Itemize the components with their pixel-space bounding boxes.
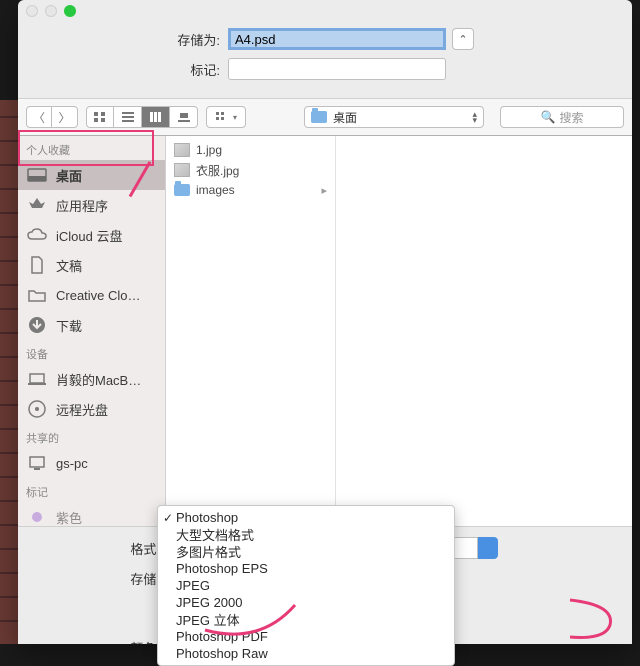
sidebar-item-label: iCloud 云盘 — [56, 226, 122, 245]
chevron-down-icon: ▾ — [233, 113, 237, 122]
format-option[interactable]: JPEG — [158, 577, 454, 594]
format-option[interactable]: Photoshop EPS — [158, 560, 454, 577]
save-as-label: 存储为: — [38, 30, 228, 49]
sidebar-item-tag-purple[interactable]: 紫色 — [18, 502, 165, 526]
zoom-window-icon[interactable] — [64, 5, 76, 17]
toolbar: 〈 〉 ▾ 桌面 ▴▾ 🔍 搜索 — [18, 98, 632, 136]
arrange-button[interactable]: ▾ — [206, 106, 246, 128]
cloud-icon — [26, 226, 48, 244]
sidebar-item-creative-cloud[interactable]: Creative Clo… — [18, 280, 165, 310]
tags-input[interactable] — [228, 58, 446, 80]
view-columns-button[interactable] — [142, 106, 170, 128]
sidebar-item-label: Creative Clo… — [56, 288, 141, 303]
folder-icon — [26, 286, 48, 304]
sidebar-item-macbook[interactable]: 肖毅的MacB… — [18, 364, 165, 394]
sidebar-item-gs-pc[interactable]: gs-pc — [18, 448, 165, 478]
color-label: 颜色: — [38, 636, 168, 644]
image-file-icon — [174, 163, 190, 177]
chevron-left-icon: 〈 — [33, 109, 45, 126]
sidebar-item-label: 应用程序 — [56, 196, 108, 215]
search-field[interactable]: 🔍 搜索 — [500, 106, 624, 128]
sidebar-head-tags: 标记 — [18, 478, 165, 502]
sidebar-head-shared: 共享的 — [18, 424, 165, 448]
display-icon — [26, 454, 48, 472]
format-option[interactable]: 多图片格式 — [158, 543, 454, 560]
sidebar-item-icloud[interactable]: iCloud 云盘 — [18, 220, 165, 250]
chevron-right-icon: ▸ — [321, 184, 327, 197]
forward-button[interactable]: 〉 — [52, 106, 78, 128]
disc-icon — [26, 400, 48, 418]
desktop-icon — [26, 166, 48, 184]
format-option[interactable]: Photoshop PDF — [158, 628, 454, 645]
close-window-icon[interactable] — [26, 5, 38, 17]
format-dropdown-menu: Photoshop 大型文档格式 多图片格式 Photoshop EPS JPE… — [157, 505, 455, 666]
file-column: 1.jpg 衣服.jpg images ▸ — [166, 136, 336, 526]
format-option[interactable]: 大型文档格式 — [158, 526, 454, 543]
applications-icon — [26, 196, 48, 214]
sidebar-item-label: 远程光盘 — [56, 400, 108, 419]
location-label: 桌面 — [333, 109, 357, 126]
sidebar-item-label: 下载 — [56, 316, 82, 335]
back-button[interactable]: 〈 — [26, 106, 52, 128]
sidebar: 个人收藏 桌面 应用程序 iCloud 云盘 文稿 Creative Clo… — [18, 136, 166, 526]
tags-label: 标记: — [38, 60, 228, 79]
view-icons-button[interactable] — [86, 106, 114, 128]
titlebar — [18, 0, 632, 22]
document-icon — [26, 256, 48, 274]
format-option[interactable]: Photoshop — [158, 509, 454, 526]
file-name: 1.jpg — [196, 143, 222, 157]
chevron-right-icon: 〉 — [58, 109, 70, 126]
updown-icon: ▴▾ — [472, 111, 477, 123]
format-option[interactable]: Photoshop Raw — [158, 645, 454, 662]
collapse-button[interactable]: ⌃ — [452, 28, 474, 50]
filename-input[interactable] — [228, 28, 446, 50]
sidebar-item-applications[interactable]: 应用程序 — [18, 190, 165, 220]
location-popup[interactable]: 桌面 ▴▾ — [304, 106, 484, 128]
format-option[interactable]: JPEG 2000 — [158, 594, 454, 611]
sidebar-head-devices: 设备 — [18, 340, 165, 364]
tag-dot-icon — [26, 508, 48, 526]
file-item[interactable]: images ▸ — [166, 180, 335, 200]
image-file-icon — [174, 143, 190, 157]
sidebar-item-documents[interactable]: 文稿 — [18, 250, 165, 280]
file-name: 衣服.jpg — [196, 162, 239, 179]
format-popup-stepper[interactable] — [478, 537, 498, 559]
file-item[interactable]: 1.jpg — [166, 140, 335, 160]
sidebar-item-label: 文稿 — [56, 256, 82, 275]
folder-icon — [311, 111, 327, 123]
view-coverflow-button[interactable] — [170, 106, 198, 128]
sidebar-item-downloads[interactable]: 下载 — [18, 310, 165, 340]
laptop-icon — [26, 370, 48, 388]
format-label: 格式: — [38, 537, 168, 558]
format-option[interactable]: JPEG 立体 — [158, 611, 454, 628]
download-icon — [26, 316, 48, 334]
sidebar-item-label: gs-pc — [56, 456, 88, 471]
search-placeholder: 搜索 — [559, 109, 583, 126]
file-name: images — [196, 183, 235, 197]
search-icon: 🔍 — [541, 110, 556, 124]
view-list-button[interactable] — [114, 106, 142, 128]
preview-column — [336, 136, 632, 526]
chevron-up-icon: ⌃ — [458, 33, 467, 46]
save-options-label: 存储: — [38, 567, 168, 588]
file-item[interactable]: 衣服.jpg — [166, 160, 335, 180]
sidebar-item-label: 肖毅的MacB… — [56, 370, 141, 389]
minimize-window-icon[interactable] — [45, 5, 57, 17]
sidebar-item-label: 桌面 — [56, 166, 82, 185]
sidebar-item-label: 紫色 — [56, 508, 82, 527]
folder-icon — [174, 184, 190, 196]
sidebar-head-favorites: 个人收藏 — [18, 136, 165, 160]
sidebar-item-remote-disc[interactable]: 远程光盘 — [18, 394, 165, 424]
